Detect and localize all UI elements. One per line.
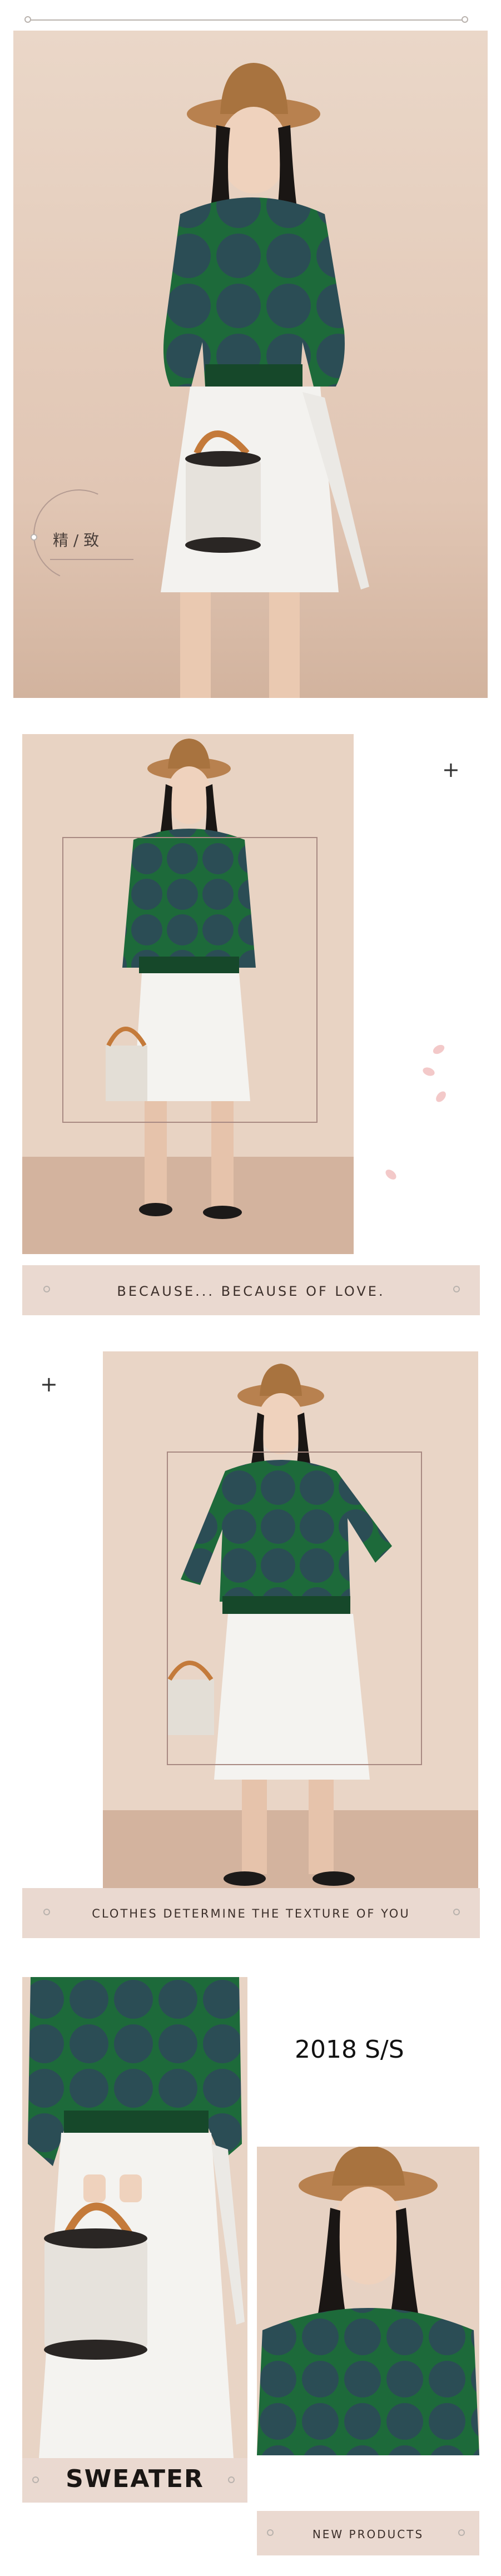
banner-texture: CLOTHES DETERMINE THE TEXTURE OF YOU <box>22 1888 480 1938</box>
new-products-text: NEW PRODUCTS <box>312 2528 424 2541</box>
banner-texture-text: CLOTHES DETERMINE THE TEXTURE OF YOU <box>92 1907 410 1920</box>
banner-new-products: NEW PRODUCTS <box>257 2511 479 2555</box>
section2-frame <box>62 837 318 1123</box>
section1-photo <box>13 31 488 698</box>
banner-sweater: SWEATER <box>22 2458 247 2503</box>
badge-underline <box>50 559 133 560</box>
divider-dot-right <box>462 16 468 23</box>
plus-icon-2: + <box>40 1372 58 1396</box>
petal-decor-3 <box>434 1089 448 1104</box>
model-photo-5 <box>257 2146 479 2455</box>
petal-decor-2 <box>421 1066 436 1078</box>
sweater-title: SWEATER <box>66 2465 204 2493</box>
plus-icon-1: + <box>442 757 460 782</box>
badge-dot <box>31 534 37 541</box>
banner-love: BECAUSE... BECAUSE OF LOVE. <box>22 1265 480 1315</box>
year-season-title: 2018 S/S <box>295 2035 404 2064</box>
divider-dot-left <box>24 16 31 23</box>
section4-photo-left <box>22 1977 247 2458</box>
model-photo-1 <box>13 31 488 698</box>
badge-text: 精 / 致 <box>53 531 100 549</box>
top-divider-line <box>28 19 465 21</box>
section4-photo-right <box>257 2146 479 2455</box>
petal-decor-1 <box>431 1043 447 1056</box>
model-photo-4 <box>22 1977 247 2458</box>
banner-love-text: BECAUSE... BECAUSE OF LOVE. <box>117 1284 385 1299</box>
section3-frame <box>167 1452 422 1765</box>
petal-decor-4 <box>384 1167 398 1182</box>
